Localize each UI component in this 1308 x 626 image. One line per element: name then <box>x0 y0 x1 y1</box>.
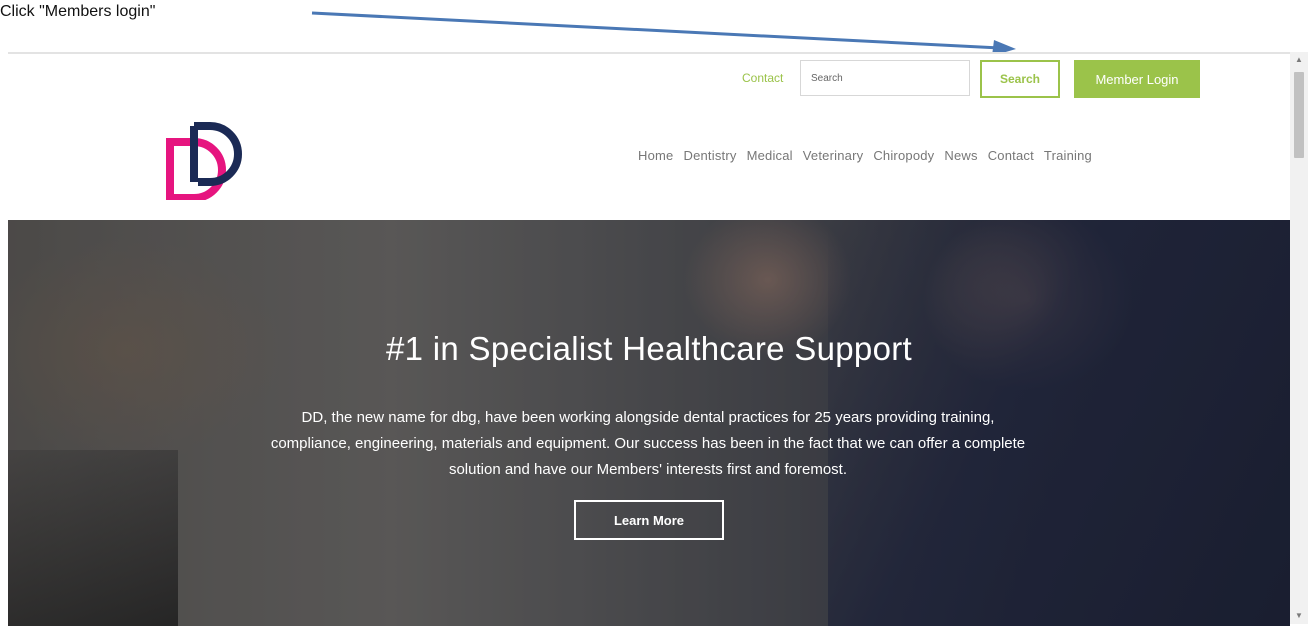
nav-item-news[interactable]: News <box>944 148 977 163</box>
nav-item-contact[interactable]: Contact <box>988 148 1034 163</box>
nav-item-chiropody[interactable]: Chiropody <box>873 148 934 163</box>
web-page: Contact Search Member Login Home Dentist… <box>8 52 1290 626</box>
member-login-button[interactable]: Member Login <box>1074 60 1200 98</box>
scroll-up-icon[interactable]: ▲ <box>1290 52 1308 68</box>
nav-item-dentistry[interactable]: Dentistry <box>683 148 736 163</box>
hero-banner: #1 in Specialist Healthcare Support DD, … <box>8 220 1290 626</box>
search-input[interactable] <box>800 60 970 96</box>
nav-item-home[interactable]: Home <box>638 148 673 163</box>
nav-item-veterinary[interactable]: Veterinary <box>803 148 864 163</box>
dd-logo[interactable] <box>164 120 244 200</box>
hero-description: DD, the new name for dbg, have been work… <box>270 409 1026 478</box>
scroll-thumb[interactable] <box>1294 72 1304 158</box>
top-contact-link[interactable]: Contact <box>742 71 783 85</box>
hero-title: #1 in Specialist Healthcare Support <box>386 330 912 368</box>
nav-item-training[interactable]: Training <box>1044 148 1092 163</box>
page-scrollbar[interactable]: ▲ ▼ <box>1290 52 1308 624</box>
scroll-down-icon[interactable]: ▼ <box>1290 608 1308 624</box>
annotation-arrow <box>311 11 1016 56</box>
nav-item-medical[interactable]: Medical <box>747 148 793 163</box>
learn-more-button[interactable]: Learn More <box>574 500 724 540</box>
main-nav: Home Dentistry Medical Veterinary Chirop… <box>638 148 1092 163</box>
search-button[interactable]: Search <box>980 60 1060 98</box>
